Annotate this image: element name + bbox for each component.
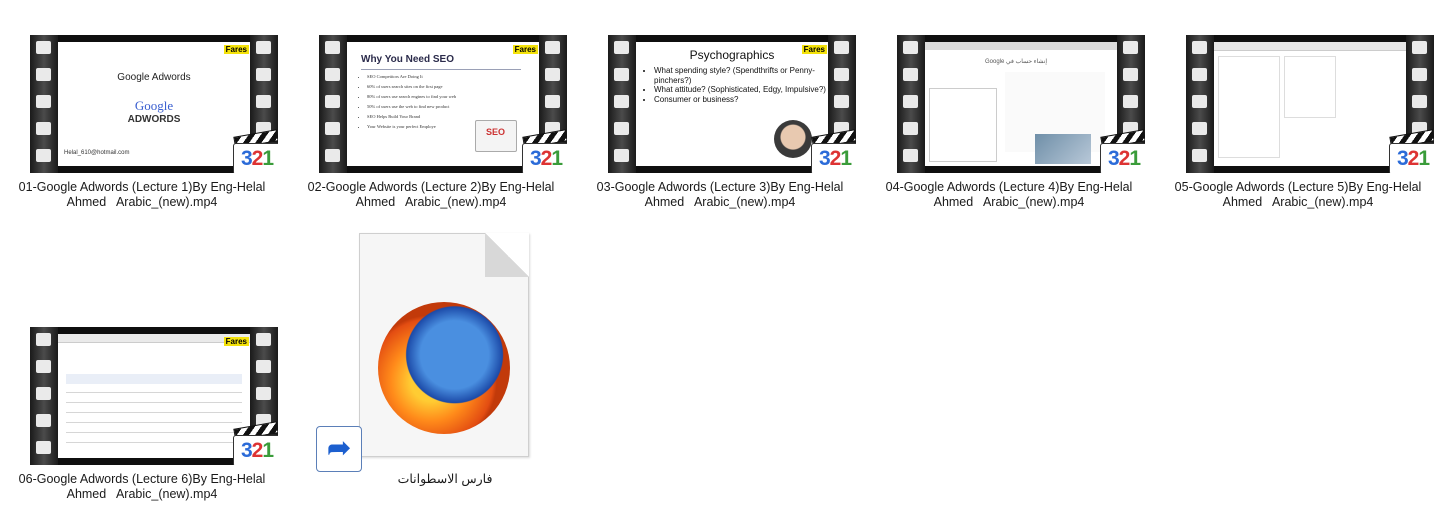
slide-title: Google إنشاء حساب في (985, 59, 1048, 65)
adwords-logo: ADWORDS (127, 114, 181, 125)
file-name: 03-Google Adwords (Lecture 3)By Eng-Hela… (596, 180, 844, 209)
seo-graphic: SEO (475, 120, 517, 152)
video-thumbnail: Why You Need SEO SEO Competitors Are Doi… (319, 35, 567, 173)
file-name: 02-Google Adwords (Lecture 2)By Eng-Hela… (307, 180, 555, 209)
file-name: 05-Google Adwords (Lecture 5)By Eng-Hela… (1174, 180, 1422, 209)
file-explorer-view: Google Adwords Google ADWORDS Helal_610@… (0, 0, 1447, 525)
google-logo: Google (134, 98, 174, 113)
media-player-badge-icon: 321 (1388, 129, 1434, 173)
video-thumbnail: Psychographics What spending style? (Spe… (608, 35, 856, 173)
video-thumbnail: Google إنشاء حساب في 321 (897, 35, 1145, 173)
video-thumbnail: 321 (1186, 35, 1434, 173)
watermark-tag: Fares (223, 337, 249, 346)
file-name: 04-Google Adwords (Lecture 4)By Eng-Hela… (885, 180, 1133, 209)
file-name: 01-Google Adwords (Lecture 1)By Eng-Hela… (18, 180, 266, 209)
file-name: 06-Google Adwords (Lecture 6)By Eng-Hela… (18, 472, 266, 501)
slide-email: Helal_610@hotmail.com (64, 150, 130, 156)
presenter-photo (774, 120, 812, 158)
video-thumbnail: Fares 321 (30, 327, 278, 465)
media-player-badge-icon: 321 (232, 421, 278, 465)
media-player-badge-icon: 321 (1099, 129, 1145, 173)
slide-preview: Google إنشاء حساب في (925, 42, 1117, 166)
file-item-lecture-6[interactable]: Fares 321 06-Google Adwords (Lecture 6)B… (2, 327, 282, 502)
slide-preview: Google Adwords Google ADWORDS Helal_610@… (58, 42, 250, 166)
slide-bullets: What spending style? (Spendthrifts or Pe… (642, 66, 828, 104)
slide-bullets: SEO Competitors Are Doing It 60% of user… (357, 72, 456, 132)
slide-title: Why You Need SEO (361, 54, 454, 65)
file-item-lecture-5[interactable]: 321 05-Google Adwords (Lecture 5)By Eng-… (1158, 35, 1438, 210)
watermark-tag: Fares (801, 45, 827, 54)
file-item-lecture-3[interactable]: Psychographics What spending style? (Spe… (580, 35, 860, 210)
video-thumbnail: Google Adwords Google ADWORDS Helal_610@… (30, 35, 278, 173)
firefox-icon (378, 302, 510, 434)
media-player-badge-icon: 321 (521, 129, 567, 173)
slide-preview: Psychographics What spending style? (Spe… (636, 42, 828, 166)
media-player-badge-icon: 321 (810, 129, 856, 173)
slide-preview: Why You Need SEO SEO Competitors Are Doi… (347, 42, 539, 166)
slide-title: Google Adwords (117, 72, 191, 83)
html-document-icon (359, 233, 529, 457)
watermark-tag: Fares (512, 45, 538, 54)
file-item-lecture-2[interactable]: Why You Need SEO SEO Competitors Are Doi… (291, 35, 571, 210)
media-player-badge-icon: 321 (232, 129, 278, 173)
watermark-tag: Fares (223, 45, 249, 54)
file-item-lecture-4[interactable]: Google إنشاء حساب في 321 04-Google Adwor… (869, 35, 1149, 210)
shortcut-arrow-icon: ➦ (316, 426, 362, 472)
file-item-firefox-shortcut[interactable]: ➦ فارس الاسطوانات (300, 230, 590, 500)
slide-title: Psychographics (689, 48, 775, 62)
file-name: فارس الاسطوانات (397, 472, 493, 486)
file-item-lecture-1[interactable]: Google Adwords Google ADWORDS Helal_610@… (2, 35, 282, 210)
slide-preview: Fares (58, 334, 250, 458)
slide-preview (1214, 42, 1406, 166)
